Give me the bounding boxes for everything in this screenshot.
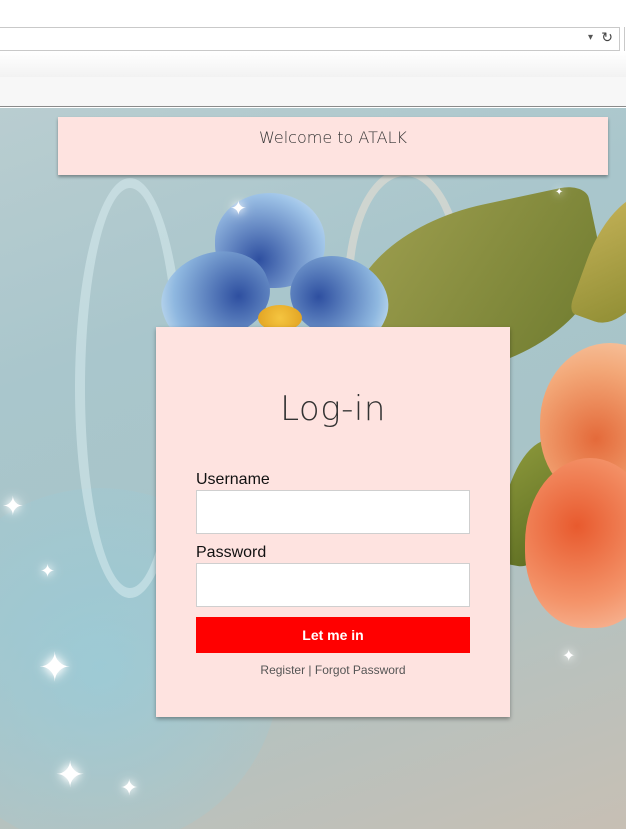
sparkle-decoration: ✦ [562, 646, 576, 665]
sparkle-decoration: ✦ [120, 776, 139, 801]
chevron-down-icon[interactable]: ▾ [588, 32, 593, 43]
password-label: Password [196, 544, 267, 561]
login-card: Log-in Username Password Let me in Regis… [156, 327, 510, 717]
tab-strip [0, 52, 626, 77]
login-button[interactable]: Let me in [196, 617, 470, 653]
username-label: Username [196, 471, 270, 488]
browser-toolbar [0, 77, 626, 107]
browser-title-area [0, 0, 626, 28]
sparkle-decoration: ✦ [38, 645, 72, 691]
register-link[interactable]: Register [260, 663, 305, 677]
sparkle-decoration: ✦ [555, 187, 564, 198]
username-input[interactable] [196, 490, 470, 534]
forgot-password-link[interactable]: Forgot Password [315, 663, 406, 677]
sparkle-decoration: ✦ [40, 561, 56, 582]
password-input[interactable] [196, 563, 470, 607]
sparkle-decoration: ✦ [55, 755, 86, 796]
account-links: Register | Forgot Password [156, 663, 510, 677]
link-separator: | [305, 663, 315, 677]
welcome-text: Welcome to ATALK [258, 128, 407, 147]
sparkle-decoration: ✦ [2, 492, 24, 522]
refresh-icon[interactable]: ↻ [601, 30, 613, 46]
welcome-banner: Welcome to ATALK [58, 117, 608, 175]
address-bar[interactable]: ▾ ↻ [0, 27, 620, 51]
login-title: Log-in [280, 389, 386, 429]
sparkle-decoration: ✦ [230, 196, 247, 220]
